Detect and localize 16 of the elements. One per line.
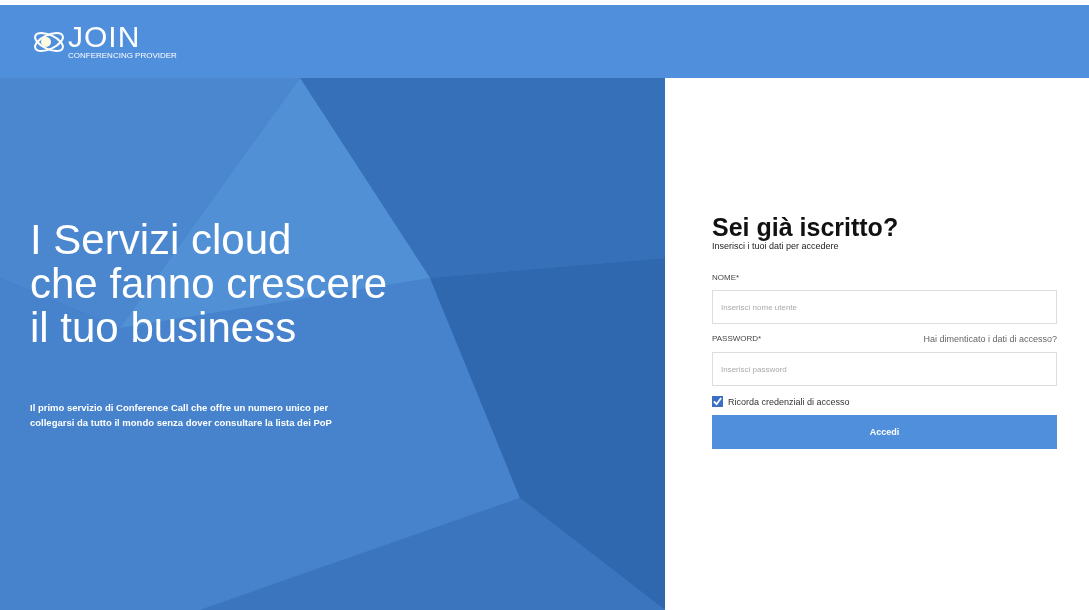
input-field[interactable]: Inserisci nome utente: [712, 290, 1057, 324]
logo-name: JOIN: [68, 22, 142, 51]
input-field[interactable]: Inserisci password: [712, 352, 1057, 386]
headline-line: che fanno crescere: [30, 262, 388, 306]
headline-line: I Servizi cloud: [30, 218, 292, 262]
field-label: PASSWORD*: [712, 334, 762, 344]
headline-line: il tuo business: [30, 306, 297, 350]
checkbox[interactable]: [712, 396, 723, 407]
field-label: NOME*: [712, 273, 740, 282]
forgot-link[interactable]: Hai dimenticato i dati di accesso?: [923, 334, 1057, 344]
checkbox-label: Ricorda credenziali di accesso: [728, 396, 850, 407]
login-button[interactable]: Accedi: [712, 415, 1057, 449]
login-subtitle: Inserisci i tuoi dati per accedere: [712, 241, 840, 251]
description-text: Il primo servizio di Conference Call che offre un numero unico per collegarsi da tutto il mondo senza dover consultare la lista dei PoP: [30, 401, 333, 430]
logo-tagline: CONFERENCING PROVIDER: [68, 50, 177, 61]
login-title: Sei già iscritto?: [712, 213, 900, 241]
